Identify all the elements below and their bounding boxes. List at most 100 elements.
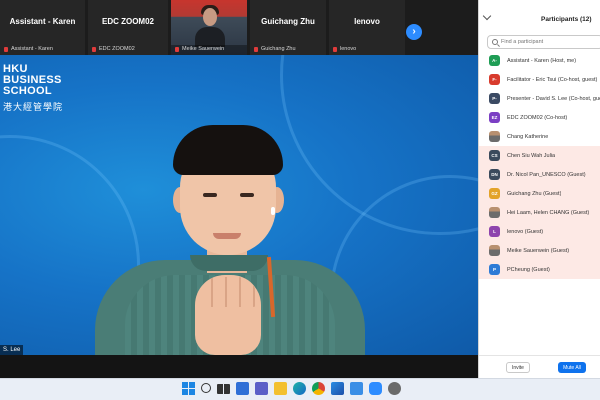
participant-row[interactable]: P PCheung (Guest) [479, 260, 600, 279]
chevron-right-icon[interactable]: › [406, 24, 422, 40]
hku-business-school-logo: HKU BUSINESS SCHOOL 港大經管學院 [3, 64, 63, 113]
avatar: CS [489, 150, 500, 161]
person-body [195, 27, 225, 47]
mic-muted-icon [4, 46, 8, 52]
participant-row[interactable]: Chang Katherine [479, 127, 600, 146]
avatar: EZ [489, 112, 500, 123]
chrome-browser-icon[interactable] [312, 382, 325, 395]
participant-row[interactable]: A- Assistant - Karen (Host, me) [479, 51, 600, 70]
meeting-area: Assistant - Karen Assistant - Karen EDC … [0, 0, 478, 378]
participant-name: EDC ZOOM02 (Co-host) [507, 114, 568, 121]
active-speaker-video: HKU BUSINESS SCHOOL 港大經管學院 S. Lee [0, 55, 478, 355]
mic-muted-icon [92, 46, 96, 52]
speaker-name-tag: S. Lee [0, 345, 24, 355]
windows-start-icon[interactable] [182, 382, 195, 395]
fingers [199, 277, 257, 307]
tile-label: lenovo [333, 46, 356, 52]
earbud [271, 207, 275, 215]
meeting-toolbar [0, 355, 478, 378]
person-head [203, 8, 217, 26]
tile-label-text: lenovo [340, 46, 357, 52]
video-tile-lenovo[interactable]: lenovo lenovo [329, 0, 405, 55]
teams-chat-icon[interactable] [255, 382, 268, 395]
invite-button[interactable]: Invite [506, 362, 530, 373]
eye-right [240, 193, 254, 197]
tile-name: Assistant - Karen [9, 17, 76, 26]
participant-row[interactable]: F- Facilitator - Eric Tsui (Co-host, gues… [479, 70, 600, 89]
participant-name: Presenter - David S. Lee (Co-host, guest… [507, 95, 600, 102]
participant-row[interactable]: P- Presenter - David S. Lee (Co-host, gue… [479, 89, 600, 108]
participant-row[interactable]: DN Dr. Nicol Pan_UNESCO (Guest) [479, 165, 600, 184]
avatar [489, 207, 500, 218]
participant-row[interactable]: Meike Sauerwein (Guest) [479, 241, 600, 260]
collar [190, 255, 268, 271]
participant-name: Guichang Zhu (Guest) [507, 190, 562, 197]
taskbar-icons [182, 382, 407, 395]
tile-label: Assistant - Karen [4, 46, 53, 52]
participant-row[interactable]: CS Chen Siu Wah Julia [479, 146, 600, 165]
video-tile-edc-zoom02[interactable]: EDC ZOOM02 EDC ZOOM02 [88, 0, 168, 55]
avatar: A- [489, 55, 500, 66]
video-tile-guichang-zhu[interactable]: Guichang Zhu Guichang Zhu [250, 0, 326, 55]
tile-label-text: Guichang Zhu [261, 46, 296, 52]
photos-icon[interactable] [331, 382, 344, 395]
participant-name: PCheung (Guest) [507, 266, 550, 273]
tile-label-text: EDC ZOOM02 [99, 46, 135, 52]
participant-name: Meike Sauerwein (Guest) [507, 247, 570, 254]
participant-row[interactable]: Llenovo (Guest) [479, 222, 600, 241]
participant-row[interactable]: Hei Laam, Helen CHANG (Guest) [479, 203, 600, 222]
chevron-down-icon[interactable] [482, 11, 492, 21]
avatar: F- [489, 74, 500, 85]
participant-name: Hei Laam, Helen CHANG (Guest) [507, 209, 590, 216]
search-icon [492, 39, 498, 45]
avatar: GZ [489, 188, 500, 199]
task-view-icon[interactable] [217, 384, 230, 394]
avatar: L [489, 226, 500, 237]
logo-chinese-text: 港大經管學院 [3, 102, 64, 112]
video-tile-meike-sauerwein[interactable]: Meike Sauerwein [171, 0, 247, 55]
tile-name: EDC ZOOM02 [101, 17, 154, 26]
participant-name: Chen Siu Wah Julia [507, 152, 556, 159]
participant-row[interactable]: GZ Guichang Zhu (Guest) [479, 184, 600, 203]
settings-icon[interactable] [388, 382, 401, 395]
tile-label: Guichang Zhu [254, 46, 296, 52]
edge-browser-icon[interactable] [293, 382, 306, 395]
participant-list: A- Assistant - Karen (Host, me) F- Facilita… [479, 51, 600, 279]
participants-panel: Participants (12) A- Assistant - Karen (H… [478, 0, 600, 378]
avatar [489, 131, 500, 142]
search-icon[interactable] [201, 383, 211, 393]
zoom-app-icon[interactable] [369, 382, 382, 395]
mic-muted-icon [175, 46, 179, 52]
participant-name: Dr. Nicol Pan_UNESCO (Guest) [507, 171, 586, 178]
tile-label-text: Meike Sauerwein [182, 46, 225, 52]
participant-search-box[interactable] [487, 35, 600, 49]
tile-name: Guichang Zhu [261, 17, 315, 26]
logo-mark [0, 64, 5, 104]
participant-name: Assistant - Karen (Host, me) [507, 57, 577, 64]
tile-label: Meike Sauerwein [175, 46, 224, 52]
participant-video-strip: Assistant - Karen Assistant - Karen EDC … [0, 0, 478, 55]
panel-footer: Invite Mute All [479, 355, 600, 378]
participant-search-input[interactable] [501, 39, 600, 45]
windows-taskbar [0, 378, 600, 400]
avatar: P [489, 264, 500, 275]
participant-name: Facilitator - Eric Tsui (Co-host, guest) [507, 76, 598, 83]
mouth [213, 233, 241, 239]
screen: Assistant - Karen Assistant - Karen EDC … [0, 0, 600, 400]
hair [173, 125, 283, 175]
video-tile-assistant-karen[interactable]: Assistant - Karen Assistant - Karen [0, 0, 85, 55]
avatar: P- [489, 93, 500, 104]
panel-header: Participants (12) [479, 0, 600, 30]
avatar [489, 245, 500, 256]
widgets-icon[interactable] [236, 382, 249, 395]
eye-left [203, 193, 217, 197]
logo-text-line: SCHOOL [3, 85, 52, 97]
snipping-tool-icon[interactable] [350, 382, 363, 395]
mic-muted-icon [333, 46, 337, 52]
file-explorer-icon[interactable] [274, 382, 287, 395]
tile-label-text: Assistant - Karen [11, 46, 53, 52]
tile-label: EDC ZOOM02 [92, 46, 135, 52]
speaker-figure [95, 115, 385, 355]
participant-row[interactable]: EZ EDC ZOOM02 (Co-host) [479, 108, 600, 127]
mute-all-button[interactable]: Mute All [558, 362, 586, 373]
